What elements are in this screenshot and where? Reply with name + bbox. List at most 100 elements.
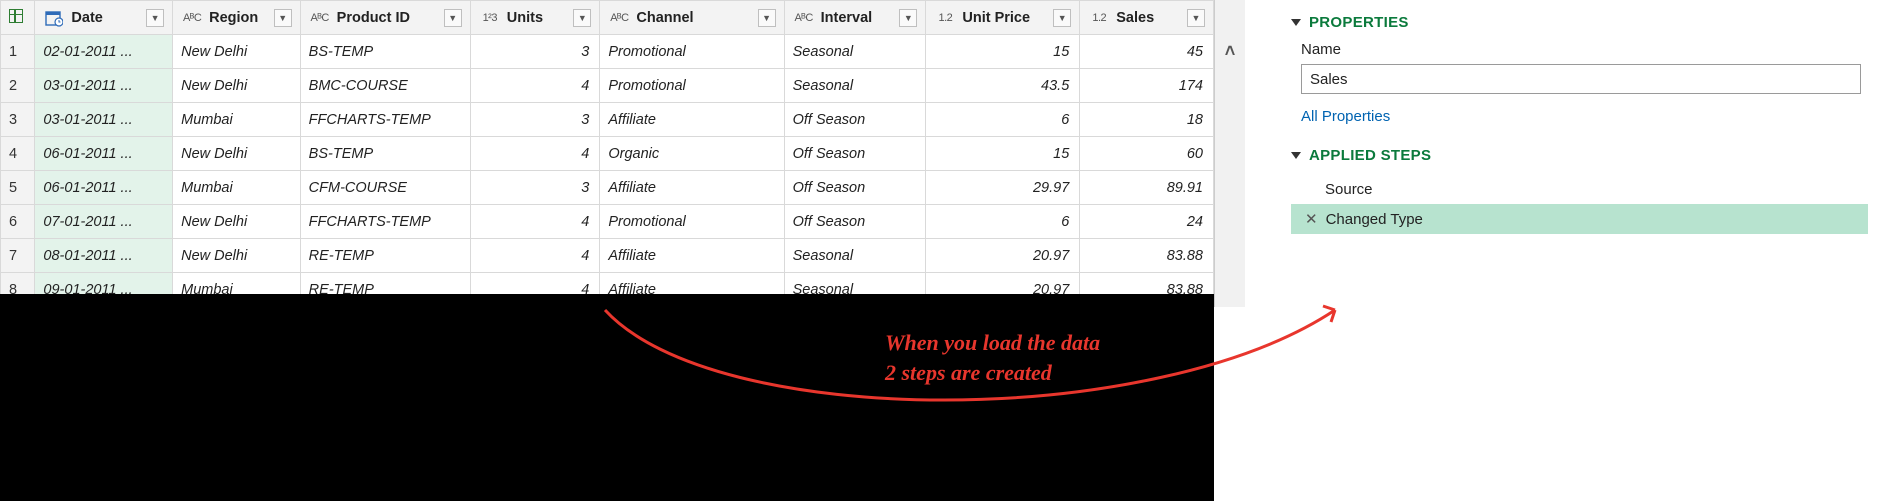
table-row[interactable]: 203-01-2011 ...New DelhiBMC-COURSE4Promo… [1, 69, 1214, 103]
table-row[interactable]: 506-01-2011 ...MumbaiCFM-COURSE3Affiliat… [1, 171, 1214, 205]
col-header-units[interactable]: 1²3 Units ▼ [470, 1, 600, 35]
cell-date[interactable]: 06-01-2011 ... [35, 171, 173, 205]
col-header-channel[interactable]: AᴮC Channel ▼ [600, 1, 784, 35]
cell-date[interactable]: 06-01-2011 ... [35, 137, 173, 171]
col-header-product-id[interactable]: AᴮC Product ID ▼ [300, 1, 470, 35]
cell-unit-price[interactable]: 43.5 [926, 69, 1080, 103]
cell-product-id[interactable]: BS-TEMP [300, 137, 470, 171]
cell-interval[interactable]: Off Season [784, 205, 926, 239]
row-number[interactable]: 1 [1, 35, 35, 69]
cell-channel[interactable]: Promotional [600, 69, 784, 103]
all-properties-link[interactable]: All Properties [1301, 108, 1868, 125]
cell-date[interactable]: 07-01-2011 ... [35, 205, 173, 239]
filter-dropdown-icon[interactable]: ▼ [146, 9, 164, 27]
filter-dropdown-icon[interactable]: ▼ [274, 9, 292, 27]
col-header-sales[interactable]: 1.2 Sales ▼ [1080, 1, 1214, 35]
cell-units[interactable]: 4 [470, 69, 600, 103]
cell-region[interactable]: New Delhi [173, 239, 301, 273]
cell-channel[interactable]: Organic [600, 137, 784, 171]
cell-unit-price[interactable]: 29.97 [926, 171, 1080, 205]
cell-region[interactable]: Mumbai [173, 171, 301, 205]
cell-channel[interactable]: Promotional [600, 35, 784, 69]
cell-unit-price[interactable]: 6 [926, 103, 1080, 137]
query-name-input[interactable] [1301, 64, 1861, 94]
scroll-up-icon[interactable]: ˄ [1220, 40, 1240, 62]
cell-date[interactable]: 03-01-2011 ... [35, 103, 173, 137]
cell-sales[interactable]: 89.91 [1080, 171, 1214, 205]
filter-dropdown-icon[interactable]: ▼ [758, 9, 776, 27]
cell-channel[interactable]: Affiliate [600, 239, 784, 273]
applied-steps-section-header[interactable]: APPLIED STEPS [1291, 147, 1868, 164]
cell-product-id[interactable]: CFM-COURSE [300, 171, 470, 205]
col-header-interval[interactable]: AᴮC Interval ▼ [784, 1, 926, 35]
cell-date[interactable]: 08-01-2011 ... [35, 239, 173, 273]
row-number[interactable]: 2 [1, 69, 35, 103]
col-header-region[interactable]: AᴮC Region ▼ [173, 1, 301, 35]
cell-date[interactable]: 02-01-2011 ... [35, 35, 173, 69]
cell-interval[interactable]: Seasonal [784, 239, 926, 273]
cell-product-id[interactable]: BMC-COURSE [300, 69, 470, 103]
cell-units[interactable]: 4 [470, 137, 600, 171]
cell-interval[interactable]: Off Season [784, 137, 926, 171]
applied-step-item[interactable]: Source [1291, 174, 1868, 204]
cell-sales[interactable]: 18 [1080, 103, 1214, 137]
cell-interval[interactable]: Off Season [784, 103, 926, 137]
cell-channel[interactable]: Affiliate [600, 171, 784, 205]
col-header-date[interactable]: Date ▼ [35, 1, 173, 35]
table-row[interactable]: 303-01-2011 ...MumbaiFFCHARTS-TEMP3Affil… [1, 103, 1214, 137]
annotation-mask [0, 294, 1214, 501]
cell-units[interactable]: 3 [470, 171, 600, 205]
col-name: Units [507, 10, 568, 26]
cell-product-id[interactable]: FFCHARTS-TEMP [300, 103, 470, 137]
filter-dropdown-icon[interactable]: ▼ [573, 9, 591, 27]
table-row[interactable]: 102-01-2011 ...New DelhiBS-TEMP3Promotio… [1, 35, 1214, 69]
cell-product-id[interactable]: BS-TEMP [300, 35, 470, 69]
cell-unit-price[interactable]: 6 [926, 205, 1080, 239]
cell-sales[interactable]: 60 [1080, 137, 1214, 171]
cell-sales[interactable]: 83.88 [1080, 239, 1214, 273]
cell-units[interactable]: 3 [470, 103, 600, 137]
cell-region[interactable]: New Delhi [173, 205, 301, 239]
cell-region[interactable]: New Delhi [173, 35, 301, 69]
row-number[interactable]: 3 [1, 103, 35, 137]
vertical-scrollbar[interactable]: ˄ [1215, 0, 1245, 307]
filter-dropdown-icon[interactable]: ▼ [444, 9, 462, 27]
cell-units[interactable]: 3 [470, 35, 600, 69]
row-number[interactable]: 5 [1, 171, 35, 205]
cell-interval[interactable]: Seasonal [784, 35, 926, 69]
cell-interval[interactable]: Seasonal [784, 69, 926, 103]
table-corner-button[interactable] [1, 1, 35, 35]
applied-step-item[interactable]: ✕Changed Type [1291, 204, 1868, 234]
filter-dropdown-icon[interactable]: ▼ [1187, 9, 1205, 27]
filter-dropdown-icon[interactable]: ▼ [899, 9, 917, 27]
cell-channel[interactable]: Affiliate [600, 103, 784, 137]
cell-region[interactable]: New Delhi [173, 69, 301, 103]
cell-sales[interactable]: 24 [1080, 205, 1214, 239]
table-row[interactable]: 708-01-2011 ...New DelhiRE-TEMP4Affiliat… [1, 239, 1214, 273]
row-number[interactable]: 7 [1, 239, 35, 273]
type-icon-dec: 1.2 [1088, 12, 1110, 24]
row-number[interactable]: 6 [1, 205, 35, 239]
delete-step-icon[interactable]: ✕ [1305, 210, 1318, 228]
filter-dropdown-icon[interactable]: ▼ [1053, 9, 1071, 27]
cell-date[interactable]: 03-01-2011 ... [35, 69, 173, 103]
cell-region[interactable]: Mumbai [173, 103, 301, 137]
col-header-unit-price[interactable]: 1.2 Unit Price ▼ [926, 1, 1080, 35]
cell-product-id[interactable]: FFCHARTS-TEMP [300, 205, 470, 239]
cell-units[interactable]: 4 [470, 239, 600, 273]
gap [1245, 0, 1285, 307]
cell-product-id[interactable]: RE-TEMP [300, 239, 470, 273]
cell-unit-price[interactable]: 20.97 [926, 239, 1080, 273]
cell-unit-price[interactable]: 15 [926, 35, 1080, 69]
cell-sales[interactable]: 45 [1080, 35, 1214, 69]
cell-units[interactable]: 4 [470, 205, 600, 239]
cell-sales[interactable]: 174 [1080, 69, 1214, 103]
cell-channel[interactable]: Promotional [600, 205, 784, 239]
row-number[interactable]: 4 [1, 137, 35, 171]
cell-region[interactable]: New Delhi [173, 137, 301, 171]
properties-section-header[interactable]: PROPERTIES [1291, 14, 1868, 31]
table-row[interactable]: 406-01-2011 ...New DelhiBS-TEMP4OrganicO… [1, 137, 1214, 171]
cell-unit-price[interactable]: 15 [926, 137, 1080, 171]
table-row[interactable]: 607-01-2011 ...New DelhiFFCHARTS-TEMP4Pr… [1, 205, 1214, 239]
cell-interval[interactable]: Off Season [784, 171, 926, 205]
